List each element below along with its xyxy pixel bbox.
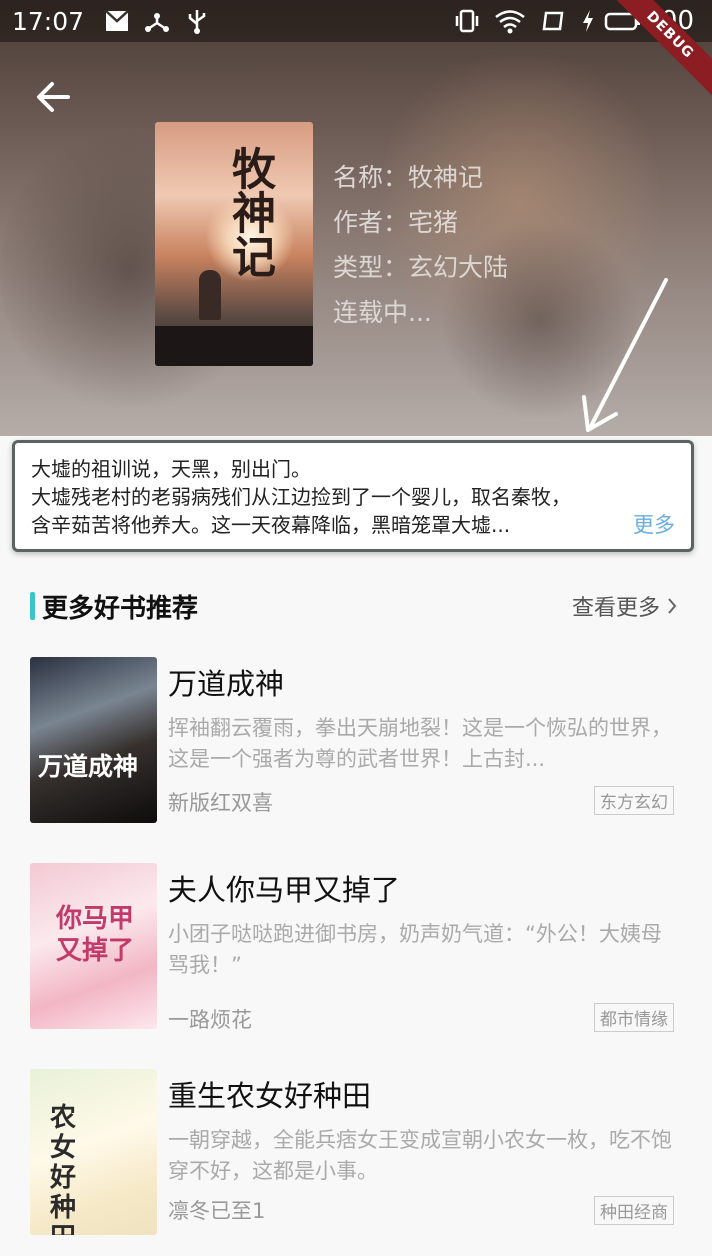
book-summary: 一朝穿越，全能兵痞女王变成宣朝小农女一枚，吃不饱穿不好，这都是小事。	[168, 1128, 672, 1183]
usb-icon	[184, 8, 210, 34]
book-cover: 牧神记	[155, 122, 313, 366]
mail-icon	[104, 8, 130, 34]
book-list-item[interactable]: 万道成神 万道成神 挥袖翻云覆雨，拳出天崩地裂！这是一个恢弘的世界，这是一个强者…	[30, 657, 678, 827]
chevron-right-icon	[668, 598, 677, 614]
arrow-back-icon	[37, 82, 70, 112]
book-author: 一路烦花	[168, 1008, 252, 1032]
expand-description-link[interactable]: 更多	[633, 511, 675, 539]
charging-icon	[580, 8, 596, 34]
book-title: 重生农女好种田	[168, 1079, 372, 1113]
back-button[interactable]	[30, 74, 76, 120]
book-title: 万道成神	[168, 667, 285, 701]
status-time: 17:07	[12, 6, 85, 36]
book-cover: 你马甲又掉了	[30, 863, 157, 1029]
network-share-icon	[144, 8, 170, 34]
book-author: 凛冬已至1	[168, 1199, 266, 1223]
description-line: 大墟的祖训说，天黑，别出门。	[31, 457, 311, 481]
description-line: 含辛茹苦将他养大。这一天夜幕降临，黑暗笼罩大墟...	[31, 513, 511, 537]
section-title: 更多好书推荐	[42, 593, 199, 624]
book-type: 类型：玄幻大陆	[333, 253, 509, 282]
section-accent-bar	[30, 592, 35, 620]
see-more-button[interactable]: 查看更多	[572, 590, 678, 622]
book-info: 名称：牧神记 作者：宅猪 类型：玄幻大陆 连载中...	[333, 155, 508, 335]
description-line: 大墟残老村的老弱病残们从江边捡到了一个婴儿，取名秦牧，	[31, 485, 571, 509]
book-cover: 万道成神	[30, 657, 157, 823]
book-title: 夫人你马甲又掉了	[168, 873, 401, 907]
book-cover: 农女好种田	[30, 1069, 157, 1235]
book-author: 作者：宅猪	[333, 208, 459, 237]
book-summary: 挥袖翻云覆雨，拳出天崩地裂！这是一个恢弘的世界，这是一个强者为尊的武者世界！上古…	[168, 716, 672, 771]
book-name: 名称：牧神记	[333, 163, 484, 192]
book-status: 连载中...	[333, 298, 432, 327]
book-list-item[interactable]: 农女好种田 重生农女好种田 一朝穿越，全能兵痞女王变成宣朝小农女一枚，吃不饱穿不…	[30, 1069, 678, 1239]
book-list-item[interactable]: 你马甲又掉了 夫人你马甲又掉了 小团子哒哒跑进御书房，奶声奶气道：“外公！大姨母…	[30, 863, 678, 1033]
book-header: 17:07 DEBUG 牧神记 名称：牧神记 作者：宅猪 类型：玄幻大陆 连载中…	[0, 0, 712, 436]
wifi-icon	[494, 8, 526, 34]
book-genre-tag: 种田经商	[594, 1196, 674, 1225]
sim-card-icon	[540, 8, 566, 34]
book-genre-tag: 都市情缘	[594, 1003, 674, 1032]
recommend-section-header: 更多好书推荐 查看更多	[30, 588, 678, 624]
book-description[interactable]: 大墟的祖训说，天黑，别出门。 大墟残老村的老弱病残们从江边捡到了一个婴儿，取名秦…	[12, 440, 694, 552]
book-cover-title: 牧神记	[224, 146, 275, 278]
pointer-arrow	[582, 278, 668, 432]
see-more-label: 查看更多	[571, 596, 660, 621]
book-summary: 小团子哒哒跑进御书房，奶声奶气道：“外公！大姨母骂我！”	[168, 922, 662, 977]
book-author: 新版红双喜	[168, 791, 273, 815]
status-bar: 17:07	[0, 0, 712, 42]
vibrate-icon	[454, 8, 480, 34]
book-genre-tag: 东方玄幻	[594, 786, 674, 815]
